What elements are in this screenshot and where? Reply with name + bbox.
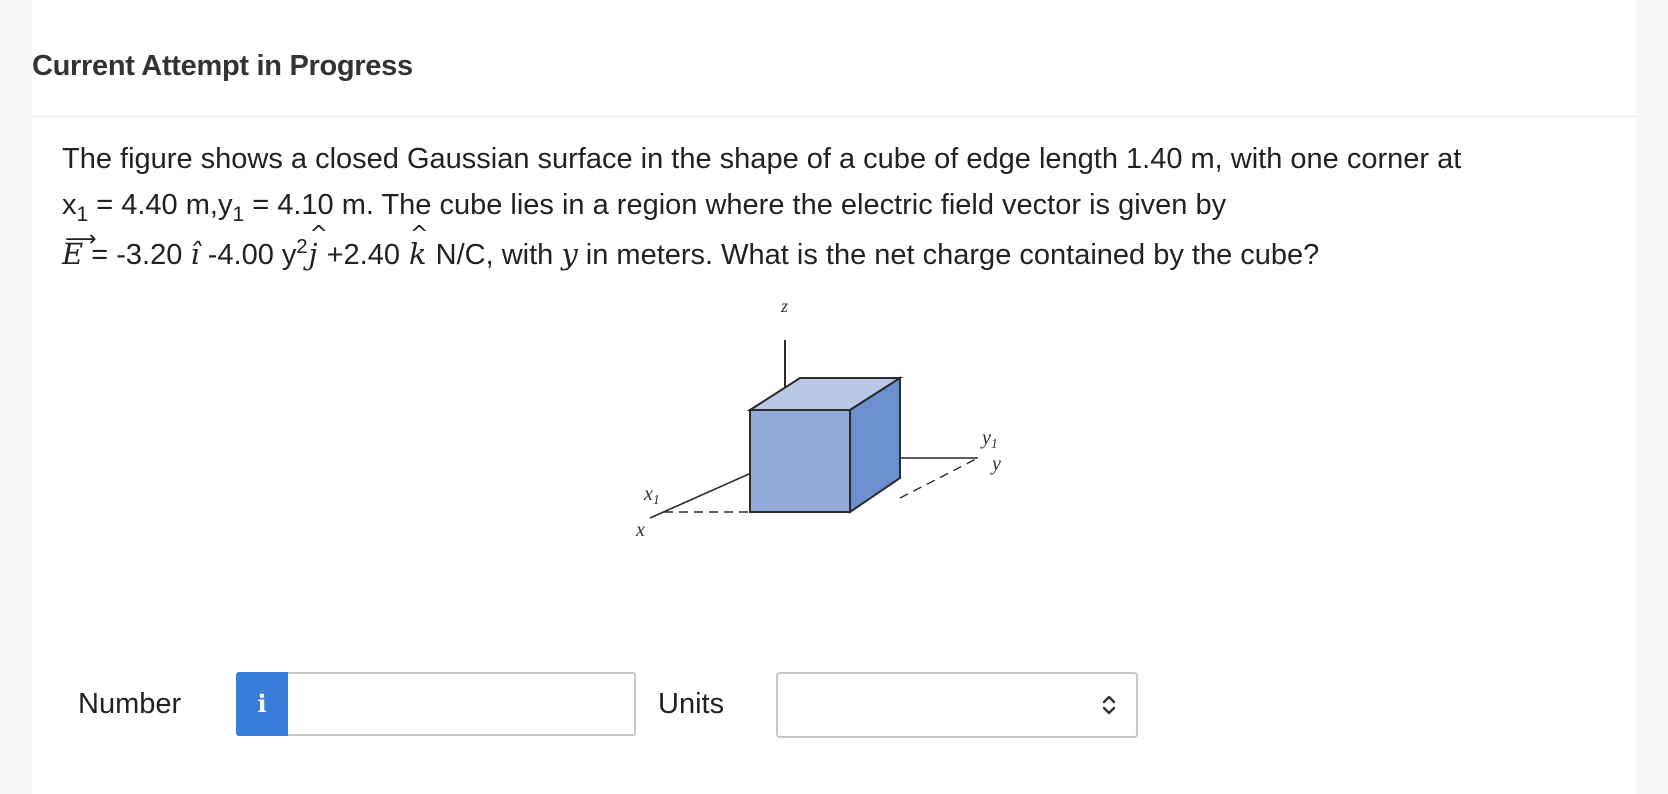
x-axis-label: x: [635, 519, 645, 541]
field-eq-part-2: -4.00 y: [199, 239, 297, 271]
chevron-up-down-icon: [1102, 695, 1116, 715]
units-dropdown[interactable]: [776, 672, 1138, 738]
x1-value-text: = 4.40 m,: [88, 189, 218, 221]
question-text: The figure shows a closed Gaussian surfa…: [62, 136, 1622, 281]
vector-arrow-icon: ⟶: [65, 227, 97, 252]
y1-label: y1: [980, 427, 998, 452]
cube-front-face: [749, 409, 851, 513]
y-exponent: 2: [296, 236, 308, 258]
x1-label-letter: x: [643, 483, 653, 505]
answer-row: Number i Units: [32, 670, 1232, 738]
k-hat-caret-icon: ^: [410, 222, 429, 247]
info-icon[interactable]: i: [236, 672, 288, 736]
y-axis-label: y: [990, 453, 1001, 475]
z-axis-label: z: [780, 300, 788, 316]
j-hat-unit-vector: ^ j: [308, 222, 328, 277]
y1-variable: y: [217, 189, 233, 221]
question-line-1: The figure shows a closed Gaussian surfa…: [62, 143, 1462, 175]
gaussian-cube-figure: z y1 y x1 x: [600, 300, 1040, 590]
field-eq-part-1: = -3.20: [83, 239, 191, 271]
y1-projection-dashed: [899, 457, 979, 499]
y1-label-sub: 1: [991, 437, 998, 452]
question-line-3: ⟶ E = -3.20 î -4.00 y2 ^ j +2.40 ^ k N/C, wi…: [62, 222, 1622, 281]
attempt-status-heading: Current Attempt in Progress: [32, 50, 413, 82]
y1-subscript: 1: [232, 203, 245, 226]
field-eq-part-3: +2.40: [318, 239, 409, 271]
units-label: Units: [658, 688, 725, 720]
number-label: Number: [78, 688, 182, 720]
x1-label-sub: 1: [653, 493, 660, 508]
x1-label: x1: [643, 483, 660, 508]
y1-value-text: = 4.10 m. The cube lies in a region wher…: [244, 189, 1227, 221]
j-hat-caret-icon: ^: [309, 222, 328, 247]
field-eq-part-5: in meters. What is the net charge contai…: [577, 239, 1320, 271]
y-variable-italic: y: [561, 237, 578, 271]
i-hat-unit-vector: î: [190, 237, 200, 271]
question-line-2: x1 = 4.40 m,y1 = 4.10 m. The cube lies i…: [62, 182, 1622, 231]
field-eq-part-4: N/C, with: [427, 239, 562, 271]
header-divider: [32, 116, 1636, 117]
number-input[interactable]: [288, 672, 636, 736]
k-hat-unit-vector: ^ k: [408, 222, 428, 277]
cube-diagram-svg: z y1 y x1 x: [635, 300, 1001, 541]
electric-field-vector-symbol: ⟶ E: [62, 227, 97, 277]
y1-label-letter: y: [980, 427, 991, 449]
